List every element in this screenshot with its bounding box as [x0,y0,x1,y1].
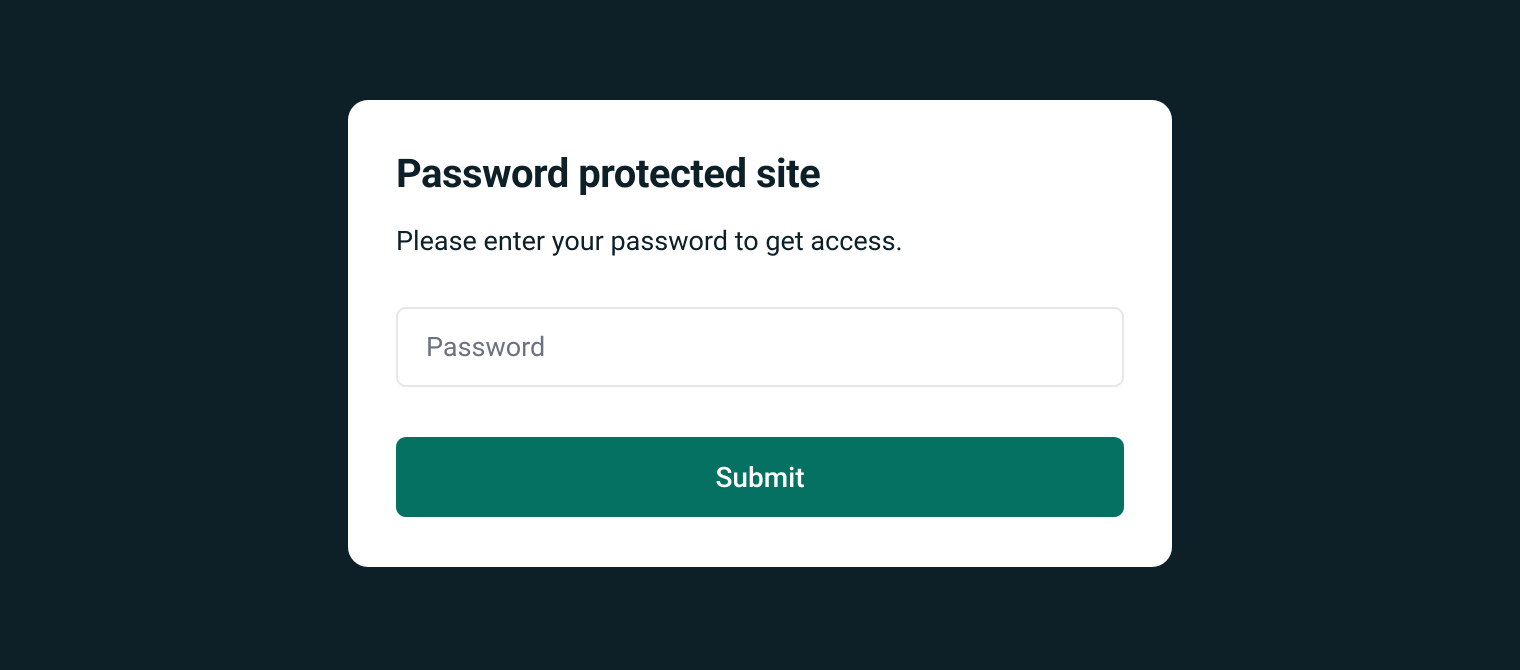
submit-button[interactable]: Submit [396,437,1124,517]
password-card: Password protected site Please enter you… [348,100,1172,567]
card-title: Password protected site [396,150,1124,197]
password-field[interactable] [396,307,1124,387]
card-description: Please enter your password to get access… [396,225,1124,257]
